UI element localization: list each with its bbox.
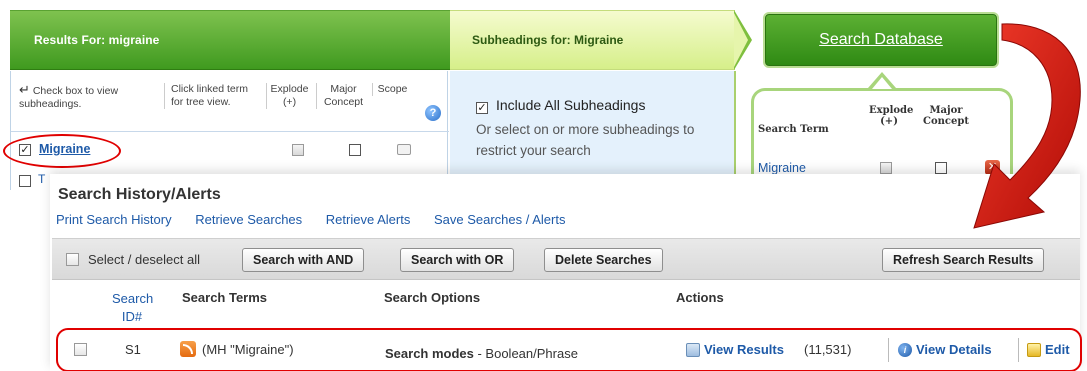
return-arrow-icon: ↵: [19, 82, 30, 97]
save-searches-alerts-link[interactable]: Save Searches / Alerts: [434, 212, 566, 227]
scope-column-header: Scope: [372, 83, 412, 96]
retrieve-searches-link[interactable]: Retrieve Searches: [195, 212, 302, 227]
history-row-checkbox[interactable]: [74, 343, 87, 356]
history-toolbar: Select / deselect all Search with AND Se…: [52, 238, 1080, 280]
include-all-checkbox[interactable]: ✓: [476, 102, 488, 114]
annotation-arrow: [973, 23, 1081, 229]
view-results-icon[interactable]: [686, 343, 700, 357]
retrieve-alerts-link[interactable]: Retrieve Alerts: [326, 212, 411, 227]
delete-searches-button[interactable]: Delete Searches: [544, 248, 663, 272]
search-terms-column-header: Search Terms: [182, 290, 268, 305]
history-links: Print Search History Retrieve Searches R…: [56, 212, 585, 227]
search-options-column-header: Search Options: [384, 290, 481, 305]
scope-note-icon[interactable]: [397, 144, 411, 155]
edit-icon[interactable]: [1027, 343, 1041, 357]
selected-term-major-checkbox[interactable]: [935, 162, 947, 174]
select-all-toggle[interactable]: Select / deselect all: [66, 252, 200, 267]
search-term-column-header: Search Term: [758, 124, 829, 135]
subheadings-header-arrow-fill: [734, 13, 748, 67]
migraine-major-checkbox[interactable]: [349, 144, 361, 156]
info-icon[interactable]: i: [898, 343, 912, 357]
search-mode: Search modes - Boolean/Phrase: [385, 346, 578, 361]
view-details-link[interactable]: View Details: [916, 342, 992, 357]
search-id: S1: [125, 342, 141, 357]
checkbox-hint-text: Check box to view subheadings.: [19, 85, 119, 110]
selected-term-explode-checkbox[interactable]: [880, 162, 892, 174]
select-all-checkbox[interactable]: [66, 253, 79, 266]
result-row-migraine: ✓ Migraine: [3, 131, 449, 168]
search-id-column-header[interactable]: Search ID#: [112, 290, 154, 326]
actions-column-header: Actions: [676, 290, 724, 305]
checkbox-hint: ↵ Check box to view subheadings.: [19, 83, 159, 111]
cinahl-headings-panel: Results For: migraine Subheadings for: M…: [0, 0, 1087, 190]
print-search-history-link[interactable]: Print Search History: [56, 212, 172, 227]
selected-term[interactable]: Migraine: [758, 161, 806, 175]
refresh-search-results-button[interactable]: Refresh Search Results: [882, 248, 1045, 272]
highlight-circle: [3, 134, 121, 168]
search-term-text: (MH "Migraine"): [202, 342, 294, 357]
search-mode-value: - Boolean/Phrase: [473, 346, 578, 361]
migraine-explode-checkbox[interactable]: [292, 144, 304, 156]
search-with-and-button[interactable]: Search with AND: [242, 248, 365, 272]
history-row: S1 (MH "Migraine") Search modes - Boolea…: [56, 328, 1082, 371]
explode-column-header: Explode (+): [266, 83, 312, 109]
linked-term-hint: Click linked term for tree view.: [164, 83, 256, 109]
results-list: ↵ Check box to view subheadings. Click l…: [3, 71, 449, 190]
box-pointer-fill: [872, 77, 892, 89]
rss-feed-icon[interactable]: [180, 341, 196, 357]
search-mode-label: Search modes: [385, 346, 474, 361]
action-separator: [888, 338, 889, 362]
include-all-label: Include All Subheadings: [496, 97, 646, 113]
edit-link[interactable]: Edit: [1045, 342, 1070, 357]
result-row-2-checkbox[interactable]: [19, 175, 31, 187]
search-history-panel: Search History/Alerts Print Search Histo…: [50, 174, 1082, 371]
results-count: (11,531): [804, 342, 852, 357]
subheadings-header: Subheadings for: Migraine: [450, 10, 735, 70]
results-header: Results For: migraine: [10, 10, 462, 70]
result-row-2-term[interactable]: T: [38, 172, 45, 186]
major-concept-column-header: Major Concept: [316, 83, 370, 109]
search-with-or-button[interactable]: Search with OR: [400, 248, 515, 272]
subheadings-area: ✓ Include All Subheadings Or select on or…: [450, 71, 736, 190]
view-results-link[interactable]: View Results: [704, 342, 784, 357]
help-icon[interactable]: ?: [425, 105, 441, 121]
action-separator: [1018, 338, 1019, 362]
search-history-title: Search History/Alerts: [58, 186, 221, 203]
search-database-label: Search Database: [819, 31, 943, 48]
subheadings-instruction: Or select on or more subheadings to rest…: [476, 122, 695, 158]
select-all-label: Select / deselect all: [88, 252, 201, 267]
include-all-subheadings[interactable]: ✓ Include All Subheadings: [476, 97, 646, 114]
search-id-label: Search ID#: [112, 291, 154, 324]
explode-column-header: Explode (+): [869, 105, 914, 127]
